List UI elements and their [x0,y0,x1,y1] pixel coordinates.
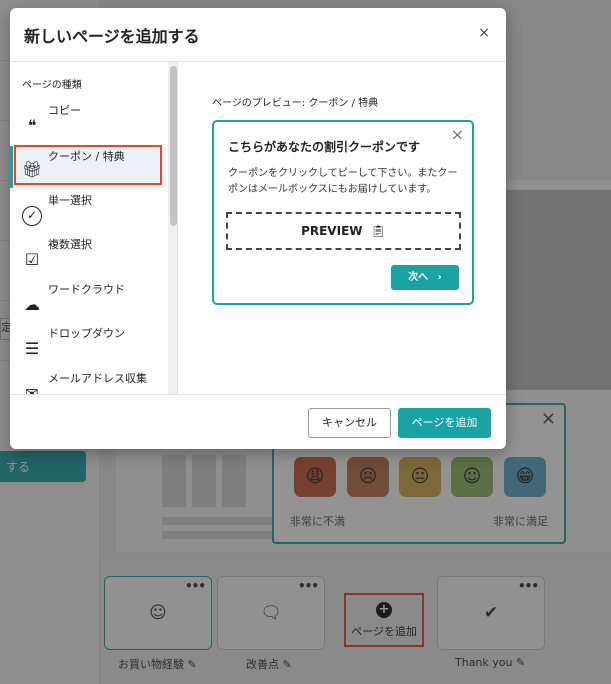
close-icon: × [450,125,464,144]
next-label: 次へ [408,272,429,283]
add-page-dialog: 新しいページを追加する × ページの種類 ❝ コピー 🎁︎ クーポン / 特典 … [10,8,506,449]
chevron-right-icon: › [437,272,442,283]
cancel-button[interactable]: キャンセル [308,408,391,438]
check-circle-icon: ✓ [22,206,42,226]
preview-label: ページのプレビュー: クーポン / 特典 [212,98,379,109]
page-type-word-cloud[interactable]: ☁ ワードクラウド [10,281,166,323]
coupon-description: クーポンをクリックしてピーして下さい。またクーポンはメールボックスにもお届けして… [228,168,458,195]
coupon-title: こちらがあなたの割引クーポンです [228,140,421,154]
page-type-label: コピー [48,104,81,117]
sidebar-scrollbar[interactable] [168,62,177,394]
checkbox-multi-icon: ☑ [24,250,40,269]
dialog-body: ページの種類 ❝ コピー 🎁︎ クーポン / 特典 ✓ 単一選択 ☑ 複数選択 … [10,62,506,394]
dialog-title: 新しいページを追加する [24,27,200,46]
page-type-label: クーポン / 特典 [48,150,125,163]
page-type-label: ドロップダウン [48,327,125,340]
next-button: 次へ › [391,265,459,290]
page-type-coupon[interactable]: 🎁︎ クーポン / 特典 [10,146,166,188]
coupon-code-box: PREVIEW 📋︎ [226,212,461,250]
page-type-label: メールアドレス収集 [48,372,147,385]
page-type-copy[interactable]: ❝ コピー [10,102,166,144]
coupon-preview: × こちらがあなたの割引クーポンです クーポンをクリックしてピーして下さい。また… [212,120,474,305]
gift-icon: 🎁︎ [22,160,43,179]
close-icon[interactable]: × [478,25,490,41]
coupon-code: PREVIEW [301,224,363,238]
dialog-footer: キャンセル ページを追加 [10,394,506,449]
page-type-list: ページの種類 ❝ コピー 🎁︎ クーポン / 特典 ✓ 単一選択 ☑ 複数選択 … [10,62,178,394]
page-type-dropdown[interactable]: ☰ ドロップダウン [10,325,166,367]
page-type-multi-choice[interactable]: ☑ 複数選択 [10,236,166,278]
mail-icon: ✉ [25,384,39,394]
page-type-label: 複数選択 [48,238,92,251]
quote-icon: ❝ [27,116,37,135]
dialog-header: 新しいページを追加する × [10,8,506,62]
page-type-label: ワードクラウド [48,283,125,296]
preview-pane: ページのプレビュー: クーポン / 特典 × こちらがあなたの割引クーポンです … [190,62,506,394]
scrollbar-thumb[interactable] [170,66,177,226]
dropdown-list-icon: ☰ [24,339,40,358]
page-type-label: 単一選択 [48,194,92,207]
page-type-email[interactable]: ✉ メールアドレス収集 [10,370,166,394]
page-type-single-choice[interactable]: ✓ 単一選択 [10,192,166,234]
clipboard-icon: 📋︎ [370,224,386,238]
page-type-heading: ページの種類 [22,80,82,91]
add-page-confirm-button[interactable]: ページを追加 [398,408,491,438]
cloud-icon: ☁ [24,295,40,314]
